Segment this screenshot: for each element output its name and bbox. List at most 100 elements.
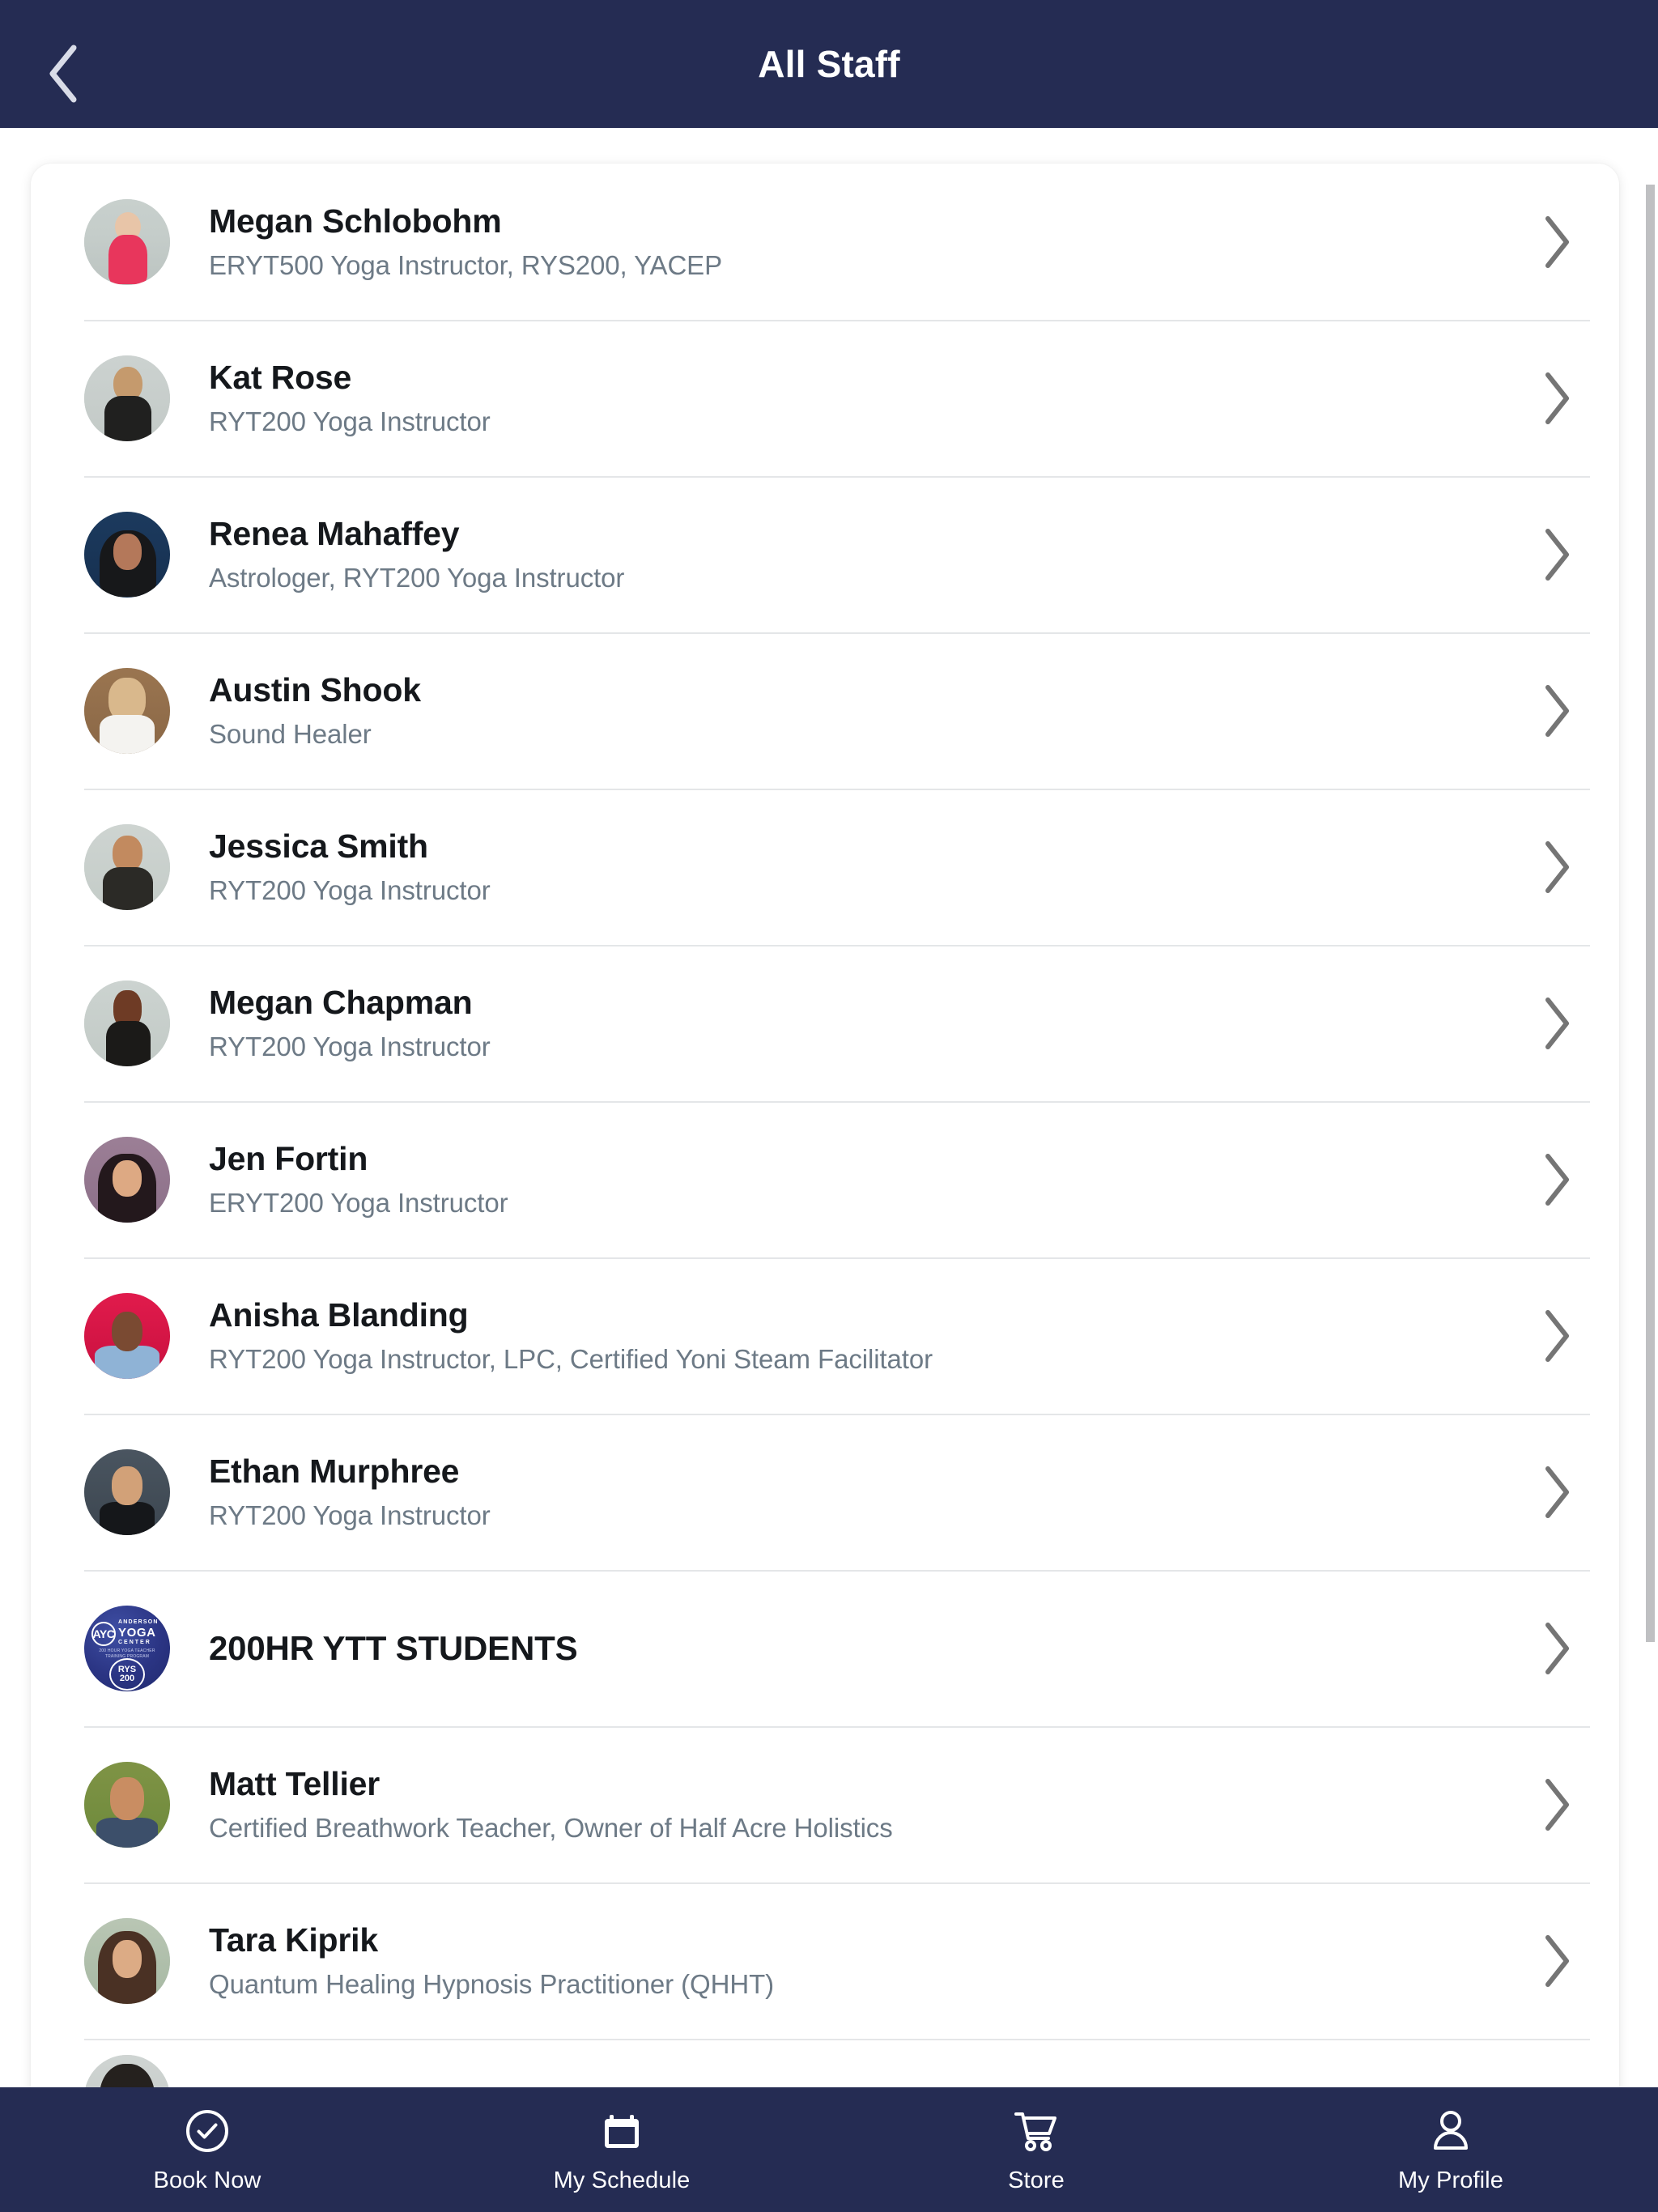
logo-line-anderson: ANDERSON xyxy=(118,1619,159,1625)
staff-row[interactable]: Megan Schlobohm ERYT500 Yoga Instructor, … xyxy=(31,164,1619,320)
chevron-right-icon[interactable] xyxy=(1540,1620,1574,1677)
staff-text: Megan Schlobohm ERYT500 Yoga Instructor, … xyxy=(209,202,1520,282)
avatar xyxy=(84,1761,170,1848)
chevron-right-icon[interactable] xyxy=(1540,995,1574,1052)
avatar xyxy=(84,1136,170,1223)
logo-monogram: AYC xyxy=(91,1621,116,1646)
staff-row[interactable]: Ethan Murphree RYT200 Yoga Instructor xyxy=(31,1414,1619,1570)
staff-text: Renea Mahaffey Astrologer, RYT200 Yoga In… xyxy=(209,514,1520,594)
staff-title: RYT200 Yoga Instructor xyxy=(209,406,491,436)
staff-row[interactable]: Matt Tellier Certified Breathwork Teacher… xyxy=(31,1726,1619,1882)
staff-text: 200HR YTT STUDENTS xyxy=(209,1628,1520,1669)
chevron-right-icon[interactable] xyxy=(1540,1151,1574,1208)
staff-text: Jessica Smith RYT200 Yoga Instructor xyxy=(209,827,1520,907)
nav-item-store[interactable]: Store xyxy=(829,2106,1244,2194)
chevron-right-icon[interactable] xyxy=(1540,1308,1574,1364)
chevron-right-icon[interactable] xyxy=(1540,683,1574,739)
shopping-cart-icon xyxy=(1012,2106,1061,2156)
staff-text: Jen Fortin ERYT200 Yoga Instructor xyxy=(209,1139,1520,1219)
nav-label-my-schedule: My Schedule xyxy=(553,2167,691,2193)
staff-title: RYT200 Yoga Instructor xyxy=(209,874,491,905)
avatar xyxy=(84,2055,170,2087)
staff-name: 200HR YTT STUDENTS xyxy=(209,1628,578,1667)
staff-row[interactable]: Austin Shook Sound Healer xyxy=(31,632,1619,789)
person-icon xyxy=(1427,2106,1474,2156)
staff-title: Astrologer, RYT200 Yoga Instructor xyxy=(209,562,625,593)
staff-title: ERYT500 Yoga Instructor, RYS200, YACEP xyxy=(209,249,722,280)
staff-name: Ethan Murphree xyxy=(209,1453,460,1491)
staff-title: Sound Healer xyxy=(209,718,372,749)
avatar xyxy=(84,823,170,910)
avatar-logo: AYC ANDERSON YOGA CENTER 200 HOUR YOGA TEACH… xyxy=(84,1605,170,1691)
chevron-right-icon[interactable] xyxy=(1540,526,1574,583)
bottom-navigation-bar: Book Now My Schedule Store My Profile xyxy=(0,2087,1658,2212)
chevron-right-icon[interactable] xyxy=(1540,1933,1574,1989)
avatar xyxy=(84,198,170,285)
staff-name: Anisha Blanding xyxy=(209,1296,469,1334)
staff-text: Tara Kiprik Quantum Healing Hypnosis Prac… xyxy=(209,1921,1520,2001)
staff-text: Ethan Murphree RYT200 Yoga Instructor xyxy=(209,1452,1520,1532)
avatar xyxy=(84,511,170,598)
scrollbar-track[interactable] xyxy=(1643,128,1658,2087)
nav-item-my-schedule[interactable]: My Schedule xyxy=(414,2106,829,2194)
avatar xyxy=(84,980,170,1066)
logo-badge: RYS 200 xyxy=(109,1657,145,1691)
staff-row[interactable]: AYC ANDERSON YOGA CENTER 200 HOUR YOGA TEACH… xyxy=(31,1570,1619,1726)
avatar xyxy=(84,1448,170,1535)
staff-title: Certified Breathwork Teacher, Owner of H… xyxy=(209,1812,893,1843)
staff-name: Megan Schlobohm xyxy=(209,202,502,240)
staff-title: Quantum Healing Hypnosis Practitioner (Q… xyxy=(209,1968,775,1999)
chevron-right-icon[interactable] xyxy=(1540,839,1574,895)
staff-text: Austin Shook Sound Healer xyxy=(209,670,1520,751)
chevron-left-icon xyxy=(45,43,83,104)
staff-name: Tara Kiprik xyxy=(209,1921,378,1959)
chevron-right-icon[interactable] xyxy=(1540,1464,1574,1521)
avatar xyxy=(84,1292,170,1379)
chevron-right-icon[interactable] xyxy=(1540,214,1574,270)
staff-list-card: Megan Schlobohm ERYT500 Yoga Instructor, … xyxy=(31,164,1619,2087)
staff-text: Kat Rose RYT200 Yoga Instructor xyxy=(209,358,1520,438)
check-circle-icon xyxy=(184,2106,231,2156)
staff-text: Matt Tellier Certified Breathwork Teacher… xyxy=(209,1764,1520,1844)
scrollbar-thumb[interactable] xyxy=(1646,185,1655,1642)
staff-row[interactable]: Jen Fortin ERYT200 Yoga Instructor xyxy=(31,1101,1619,1257)
staff-name: Jessica Smith xyxy=(209,827,428,866)
nav-label-store: Store xyxy=(1008,2167,1065,2193)
staff-row[interactable]: Tara Kiprik Quantum Healing Hypnosis Prac… xyxy=(31,1882,1619,2039)
nav-label-book-now: Book Now xyxy=(153,2167,261,2193)
staff-name: Megan Chapman xyxy=(209,984,473,1022)
staff-row[interactable]: Jessica Smith RYT200 Yoga Instructor xyxy=(31,789,1619,945)
chevron-right-icon[interactable] xyxy=(1540,370,1574,427)
page-title: All Staff xyxy=(758,43,900,85)
staff-row[interactable]: Kat Rose RYT200 Yoga Instructor xyxy=(31,320,1619,476)
staff-text: Anisha Blanding RYT200 Yoga Instructor, L… xyxy=(209,1295,1520,1376)
logo-line-yoga: YOGA xyxy=(118,1625,156,1640)
staff-name: Renea Mahaffey xyxy=(209,515,460,553)
staff-row[interactable]: Megan Chapman RYT200 Yoga Instructor xyxy=(31,945,1619,1101)
avatar xyxy=(84,1917,170,2004)
staff-name: Jen Fortin xyxy=(209,1140,368,1178)
staff-row[interactable]: Renea Mahaffey Astrologer, RYT200 Yoga In… xyxy=(31,476,1619,632)
nav-item-book-now[interactable]: Book Now xyxy=(0,2106,414,2194)
staff-row-partial[interactable] xyxy=(31,2039,1619,2087)
nav-item-my-profile[interactable]: My Profile xyxy=(1244,2106,1658,2194)
staff-row[interactable]: Anisha Blanding RYT200 Yoga Instructor, L… xyxy=(31,1257,1619,1414)
staff-name: Kat Rose xyxy=(209,359,352,397)
staff-name: Matt Tellier xyxy=(209,1765,380,1803)
staff-title: ERYT200 Yoga Instructor xyxy=(209,1187,508,1218)
staff-title: RYT200 Yoga Instructor, LPC, Certified Y… xyxy=(209,1343,933,1374)
logo-line-center: CENTER xyxy=(118,1639,151,1645)
staff-title: RYT200 Yoga Instructor xyxy=(209,1031,491,1061)
nav-label-my-profile: My Profile xyxy=(1398,2167,1503,2193)
staff-title: RYT200 Yoga Instructor xyxy=(209,1499,491,1530)
chevron-right-icon[interactable] xyxy=(1540,1776,1574,1833)
avatar xyxy=(84,355,170,441)
staff-scroll-area[interactable]: Megan Schlobohm ERYT500 Yoga Instructor, … xyxy=(0,128,1658,2087)
all-staff-screen: All Staff Megan Schlobohm ERYT500 Yoga In… xyxy=(0,0,1658,2212)
back-button[interactable] xyxy=(28,37,100,110)
calendar-icon xyxy=(598,2106,645,2156)
app-header: All Staff xyxy=(0,0,1658,128)
staff-text: Megan Chapman RYT200 Yoga Instructor xyxy=(209,983,1520,1063)
avatar xyxy=(84,667,170,754)
staff-name: Austin Shook xyxy=(209,671,421,709)
